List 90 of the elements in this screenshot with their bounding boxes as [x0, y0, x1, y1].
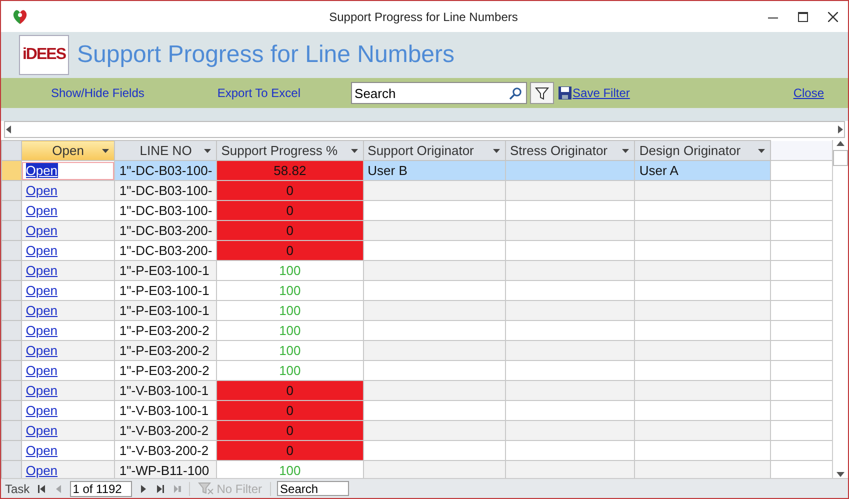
record-label: Task	[5, 482, 30, 496]
column-header[interactable]: LINE NO	[114, 140, 217, 160]
show-hide-fields-link[interactable]: Show/Hide Fields	[51, 86, 144, 100]
dropdown-caret-icon[interactable]	[758, 149, 765, 153]
dropdown-caret-icon[interactable]	[622, 149, 630, 153]
maximize-icon[interactable]	[798, 12, 808, 22]
first-icon[interactable]	[38, 484, 45, 492]
progress-cell: 100	[216, 340, 364, 360]
save-icon[interactable]	[558, 86, 572, 100]
open-link[interactable]: Open	[26, 423, 58, 438]
table-cell: 1"-DC-B03-100-	[114, 200, 217, 220]
progress-cell: 0	[216, 400, 364, 420]
progress-cell: 0	[216, 240, 364, 260]
open-link[interactable]: Open	[26, 323, 58, 338]
progress-cell: 0	[216, 220, 364, 240]
progress-cell: 0	[216, 420, 364, 440]
open-link[interactable]: Open	[26, 383, 58, 398]
window-title: Support Progress for Line Numbers	[328, 10, 519, 24]
open-link[interactable]: Open	[26, 183, 58, 198]
table-cell: 1"-DC-B03-100-	[114, 180, 217, 200]
column-header[interactable]: Stress Originator	[505, 140, 635, 160]
column-header[interactable]: Support Progress %	[216, 140, 364, 160]
dropdown-caret-icon[interactable]	[204, 149, 212, 153]
progress-cell: 58.82	[216, 160, 364, 180]
first-record-button[interactable]	[36, 484, 47, 492]
column-header[interactable]: Support Originator	[363, 140, 506, 160]
table-cell: 1"-DC-B03-200-	[114, 240, 217, 260]
open-link[interactable]: Open	[26, 343, 58, 358]
column-header[interactable]: Open	[21, 140, 115, 160]
scroll-right-icon[interactable]	[836, 125, 844, 134]
dropdown-caret-icon[interactable]	[102, 149, 110, 153]
table-cell: 1"-P-E03-200-2	[114, 320, 217, 340]
open-link[interactable]: Open	[26, 303, 58, 318]
table-cell: 1"-V-B03-200-2	[114, 420, 217, 440]
table-cell: 1"-P-E03-100-1	[114, 260, 217, 280]
open-link[interactable]: Open	[26, 443, 58, 458]
open-link[interactable]: Open	[26, 163, 58, 178]
filter-icon[interactable]	[534, 86, 549, 100]
filter-button[interactable]	[530, 82, 554, 104]
dropdown-caret-icon[interactable]	[492, 149, 500, 153]
progress-cell: 100	[216, 460, 364, 478]
table-cell: 1"-P-E03-100-1	[114, 280, 217, 300]
column-header[interactable]: Design Originator	[634, 140, 770, 160]
search-field[interactable]: Search	[350, 82, 527, 104]
open-link[interactable]: Open	[26, 283, 58, 298]
open-link[interactable]: Open	[26, 403, 58, 418]
last-record-button[interactable]	[154, 484, 166, 492]
next-icon[interactable]	[140, 484, 147, 492]
table-cell: User A	[634, 160, 770, 180]
progress-cell: 0	[216, 200, 364, 220]
progress-cell: 100	[216, 360, 364, 380]
progress-cell: 0	[216, 180, 364, 200]
open-link[interactable]: Open	[26, 223, 58, 238]
table-cell: 1"-WP-B11-100	[114, 460, 217, 478]
form-title: Support Progress for Line Numbers	[77, 41, 455, 69]
table-cell: 1"-DC-B03-100-	[114, 160, 217, 180]
close-icon[interactable]	[828, 12, 838, 22]
logo: iDEES	[19, 35, 69, 75]
table-cell: User B	[363, 160, 506, 180]
table-cell: 1"-V-B03-100-1	[114, 380, 217, 400]
open-link[interactable]: Open	[26, 263, 58, 278]
progress-cell: 100	[216, 260, 364, 280]
record-number-field[interactable]: 1 of 1192	[70, 480, 132, 496]
open-link[interactable]: Open	[26, 203, 58, 218]
table-cell: 1"-DC-B03-200-	[114, 220, 217, 240]
open-link[interactable]: Open	[26, 243, 58, 258]
save-filter-link[interactable]: Save Filter	[572, 86, 630, 100]
scroll-up-icon[interactable]	[836, 140, 845, 148]
progress-cell: 100	[216, 320, 364, 340]
last-icon[interactable]	[156, 484, 164, 492]
search-icon[interactable]	[508, 87, 522, 100]
dropdown-caret-icon[interactable]	[350, 149, 358, 153]
table-cell: 1"-V-B03-200-2	[114, 440, 217, 460]
export-link[interactable]: Export To Excel	[217, 86, 301, 100]
progress-cell: 100	[216, 280, 364, 300]
open-link[interactable]: Open	[26, 463, 58, 478]
table-cell: 1"-P-E03-100-1	[114, 300, 217, 320]
table-cell: 1"-P-E03-200-2	[114, 340, 217, 360]
scroll-thumb[interactable]	[833, 150, 848, 166]
progress-cell: 0	[216, 440, 364, 460]
search-field[interactable]: Search	[277, 481, 350, 496]
close-link[interactable]: Close	[793, 86, 824, 100]
progress-cell: 0	[216, 380, 364, 400]
app-icon	[11, 8, 29, 24]
progress-cell: 100	[216, 300, 364, 320]
table-cell: 1"-V-B03-100-1	[114, 400, 217, 420]
open-link[interactable]: Open	[26, 363, 58, 378]
filter-off-icon	[198, 482, 214, 495]
table-cell: 1"-P-E03-200-2	[114, 360, 217, 380]
scroll-left-icon[interactable]	[5, 125, 13, 134]
